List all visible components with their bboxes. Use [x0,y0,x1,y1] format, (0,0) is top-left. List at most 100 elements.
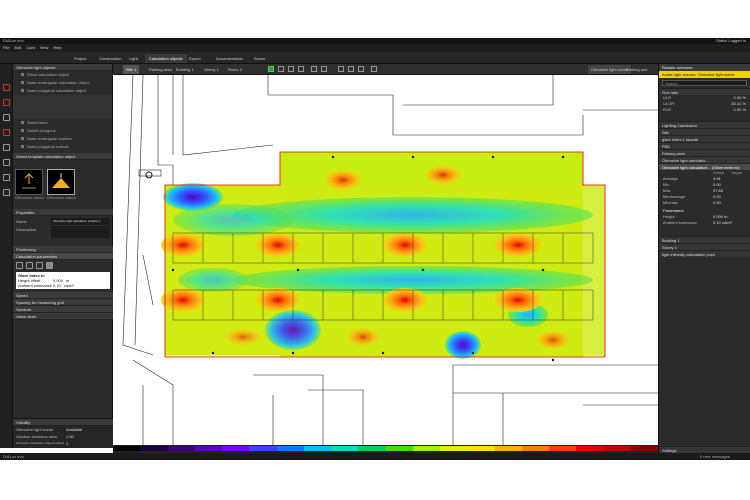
obtrusive-light-icon [22,173,36,189]
grid-icon[interactable] [3,114,10,121]
name-field[interactable]: Obtrusive light calculation surface 1 [51,218,110,225]
tab-project[interactable]: Project [70,54,90,63]
view-top-icon[interactable] [278,66,284,72]
measure-icon[interactable] [3,174,10,181]
layers-icon[interactable] [3,189,10,196]
menu-bar: File Edit Cam View Help [0,44,750,52]
flux-row: RUF 0.00 % [663,107,746,112]
section-storey[interactable]: Storey 1 [659,243,750,250]
menu-item-0[interactable]: File [3,44,9,52]
fill-icon[interactable] [46,262,53,269]
speed-header[interactable]: Speed [13,292,113,299]
spacing-header[interactable]: Spacing for measuring grid [13,299,113,306]
object-icon[interactable] [3,84,10,91]
legend-swatch [603,446,631,451]
settings-icon[interactable] [371,66,377,72]
breadcrumb-parking[interactable]: Parking area [146,65,175,74]
list-item[interactable] [13,103,112,111]
tab-scene[interactable]: Scene [250,54,269,63]
drawing-canvas[interactable] [113,75,658,445]
tab-export[interactable]: Export [185,54,205,63]
menu-item-3[interactable]: View [40,44,49,52]
main-tab-bar: Project Construction Light Calculation o… [0,52,750,64]
template-thumbnail[interactable] [47,169,75,195]
left-panel: Obtrusive light objects Place calculatio… [13,64,113,448]
section-site[interactable]: Site [659,128,750,135]
symbols-header[interactable]: Symbols [13,306,113,313]
ambient-luminance-field[interactable]: 0.10 [53,283,61,288]
list-item[interactable] [13,95,112,103]
list-item[interactable]: Draw rectangular calculation object [13,79,112,87]
section-calc-point[interactable]: light intensity calculation point [659,250,750,257]
menu-item-1[interactable]: Edit [14,44,21,52]
list-item[interactable]: Delete polygons [13,127,112,135]
value-chart-header[interactable]: Value chart [13,313,113,320]
legend-swatch [467,446,495,451]
positioning-header[interactable]: Positioning [13,246,113,253]
zoom-fit-icon[interactable] [311,66,317,72]
view-3d-icon[interactable] [268,66,274,72]
tab-construction[interactable]: Construction [95,54,125,63]
breadcrumb-building[interactable]: Building 1 [173,65,197,74]
list-item[interactable]: Select lines [13,119,112,127]
tab-documentation[interactable]: Documentation [212,54,247,63]
calc-params-header[interactable]: Calculation parameters [13,253,113,260]
breadcrumb-room[interactable]: Room 1 [225,65,245,74]
legend-swatch [140,446,168,451]
tab-light[interactable]: Light [125,54,142,63]
settings-footer[interactable]: Settings [659,446,750,453]
left-panel-header: Obtrusive light objects [13,64,112,71]
breadcrumb-storey[interactable]: Storey 1 [201,65,222,74]
falsecolor-legend [113,445,658,453]
section-obtrusive-selected[interactable]: Obtrusive light calculation... (Glare in… [659,163,750,170]
legend-swatch [385,446,413,451]
menu-item-2[interactable]: Cam [26,44,34,52]
list-item[interactable]: Draw polygonal surface [13,143,112,151]
select-icon[interactable] [358,66,364,72]
section-fbd[interactable]: FBD [659,142,750,149]
surface-icon[interactable] [3,99,10,106]
legend-swatch [440,446,468,451]
isoline-plan[interactable] [113,75,658,445]
section-glare[interactable]: glare index 1 facade [659,135,750,142]
search-input[interactable]: Search [662,80,747,86]
menu-item-4[interactable]: Help [53,44,61,52]
legend-swatch [630,446,658,451]
visibility-panel: Visibility Obtrusive light scene Availabl… [13,418,113,448]
rotate-icon[interactable] [26,262,33,269]
visibility-row: Outdoor luminous area 1.00 [16,434,74,439]
legend-swatch [276,446,304,451]
list-item[interactable]: Draw rectangular surface [13,135,112,143]
view-front-icon[interactable] [288,66,294,72]
flux-ratio-header: Flux ratio [659,88,750,95]
list-item[interactable]: Place calculation object [13,71,112,79]
template-thumbnail[interactable] [15,169,43,195]
template-thumbnails [15,169,111,195]
measure-icon[interactable] [348,66,354,72]
polygon-icon[interactable] [3,159,10,166]
line-icon[interactable] [3,144,10,151]
section-building[interactable]: Building 1 [659,236,750,243]
calc-toolbar [13,260,113,271]
tab-calculation-objects[interactable]: Calculation objects [145,54,187,63]
move-icon[interactable] [338,66,344,72]
template-section-header[interactable]: Select template calculation object [13,153,112,160]
table-icon[interactable] [36,262,43,269]
app-title: DIALux evo [3,38,24,43]
section-obtrusive-calc[interactable]: Obtrusive light calculatio... [659,156,750,163]
section-parking[interactable]: Parking area [659,149,750,156]
right-panel: Results overview Active light scenes: Ob… [658,64,750,453]
messages-link[interactable]: 0 new messages [700,453,730,460]
list-item[interactable] [13,111,112,119]
grid-icon[interactable] [16,262,23,269]
point-icon[interactable] [3,129,10,136]
scene-selector-2[interactable]: Parking and safety lig [623,65,658,81]
zoom-in-icon[interactable] [321,66,327,72]
view-ribbon: Site 1 Parking area Building 1 Storey 1 … [113,64,658,81]
status-bar: DIALux evo 0 new messages [0,453,750,460]
breadcrumb-site[interactable]: Site 1 [123,65,140,74]
section-lighting-calc[interactable]: Lighting Calculation [659,121,750,128]
description-field[interactable] [51,226,110,238]
view-side-icon[interactable] [298,66,304,72]
list-item[interactable]: Draw polygonal calculation object [13,87,112,95]
